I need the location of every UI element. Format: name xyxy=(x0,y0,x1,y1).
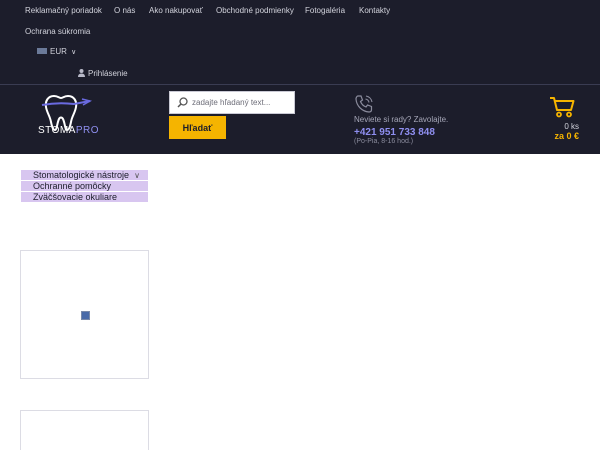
category-label: Stomatologické nástroje xyxy=(33,170,130,180)
cart-item-count[interactable]: 0 ks xyxy=(564,122,579,131)
nav-link-ochrana-sukromia[interactable]: Ochrana súkromia xyxy=(25,27,90,36)
phone-icon xyxy=(355,95,373,113)
currency-label: EUR xyxy=(50,47,67,56)
category-label: Ochranné pomôcky xyxy=(33,181,112,191)
search-box xyxy=(169,91,295,114)
category-list: Stomatologické nástroje ∨ Ochranné pomôc… xyxy=(21,170,148,203)
logo-text-part1: STOMA xyxy=(38,125,76,136)
contact-hours: (Po-Pia, 8-16 hod.) xyxy=(354,138,414,145)
category-item-ochranne-pomocky[interactable]: Ochranné pomôcky xyxy=(21,181,148,192)
category-label: Zväčšovacie okuliare xyxy=(33,192,118,202)
chevron-down-icon: ∨ xyxy=(71,49,77,56)
top-bar: Reklamačný poriadok O nás Ako nakupovať … xyxy=(0,0,600,84)
cart-total[interactable]: za 0 € xyxy=(554,131,579,141)
cart-icon[interactable] xyxy=(549,96,575,118)
category-item-zvacsovacie-okuliare[interactable]: Zväčšovacie okuliare xyxy=(21,192,148,203)
logo-text[interactable]: STOMAPRO xyxy=(38,125,99,136)
nav-link-o-nas[interactable]: O nás xyxy=(114,6,135,15)
nav-link-ako-nakupovat[interactable]: Ako nakupovať xyxy=(149,6,203,15)
product-card[interactable] xyxy=(20,250,149,379)
nav-link-reklamacny-poriadok[interactable]: Reklamačný poriadok xyxy=(25,6,102,15)
search-button[interactable]: Hľadať xyxy=(169,116,226,139)
product-card[interactable] xyxy=(20,410,149,450)
user-icon xyxy=(78,69,85,77)
contact-question: Neviete si rady? Zavolajte. xyxy=(354,115,449,124)
chevron-down-icon[interactable]: ∨ xyxy=(134,170,140,181)
currency-selector[interactable]: EUR ∨ xyxy=(37,47,76,56)
nav-link-kontakty[interactable]: Kontakty xyxy=(359,6,390,15)
nav-link-fotogaleria[interactable]: Fotogaléria xyxy=(305,6,345,15)
currency-flag-icon xyxy=(37,48,47,54)
login-link[interactable]: Prihlásenie xyxy=(78,69,128,78)
search-icon xyxy=(177,97,188,108)
logo-text-part2: PRO xyxy=(75,125,100,136)
nav-link-obchodne-podmienky[interactable]: Obchodné podmienky xyxy=(216,6,294,15)
contact-phone-number[interactable]: +421 951 733 848 xyxy=(354,127,435,138)
search-input[interactable] xyxy=(192,95,292,110)
login-label: Prihlásenie xyxy=(88,69,128,78)
broken-image-icon xyxy=(81,311,90,320)
category-item-stomatologicke-nastroje[interactable]: Stomatologické nástroje ∨ xyxy=(21,170,148,181)
